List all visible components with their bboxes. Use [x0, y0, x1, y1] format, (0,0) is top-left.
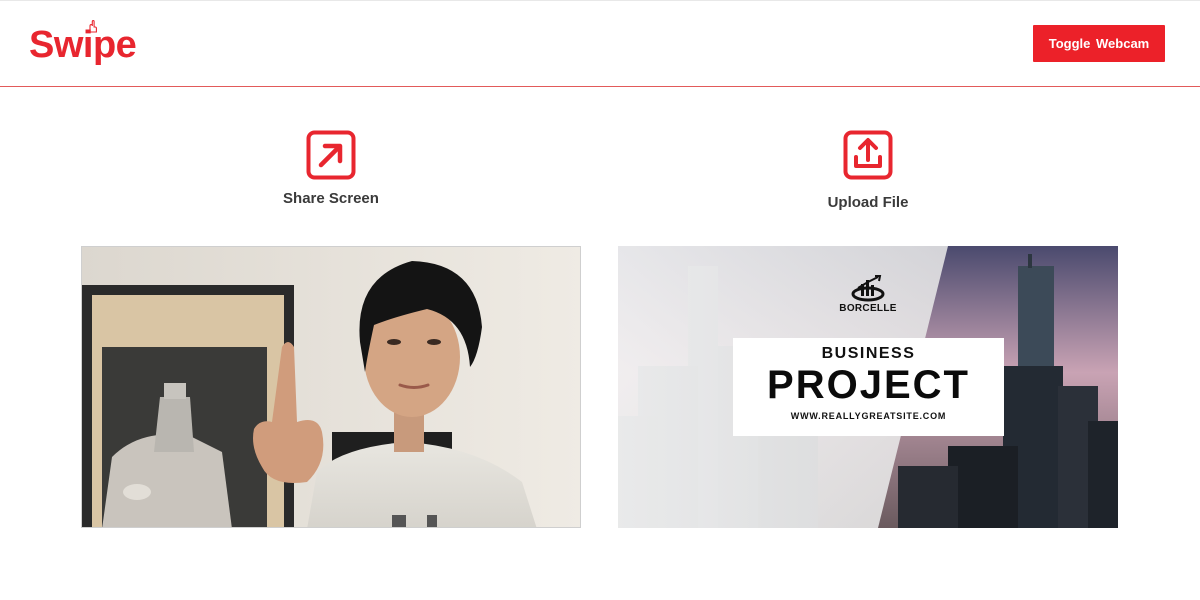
card-title: PROJECT — [767, 363, 970, 407]
card-subtitle: BUSINESS — [821, 345, 916, 362]
app-header: Swipe Toggle Webcam — [0, 0, 1200, 87]
upload-icon — [843, 130, 893, 180]
upload-file-button[interactable]: Upload File — [807, 130, 929, 211]
webcam-image — [82, 247, 580, 527]
toggle-webcam-button[interactable]: Toggle Webcam — [1033, 25, 1165, 62]
pointer-hand-icon — [89, 20, 97, 33]
brand-name: BORCELLE — [839, 303, 897, 314]
share-screen-label: Share Screen — [283, 190, 379, 207]
webcam-preview — [81, 246, 581, 528]
title-card: BUSINESS PROJECT WWW.REALLYGREATSITE.COM — [733, 338, 1004, 436]
card-url: WWW.REALLYGREATSITE.COM — [790, 411, 947, 421]
upload-file-label: Upload File — [827, 194, 909, 211]
share-screen-button[interactable]: Share Screen — [270, 130, 392, 207]
app-logo[interactable]: Swipe — [29, 20, 137, 69]
arrow-up-right-icon — [306, 130, 356, 180]
borcelle-logo-icon — [851, 275, 885, 302]
app-logo-text: Swipe — [29, 24, 137, 66]
file-preview: BORCELLE BUSINESS PROJECT WWW.REALLYGREA… — [618, 246, 1118, 528]
